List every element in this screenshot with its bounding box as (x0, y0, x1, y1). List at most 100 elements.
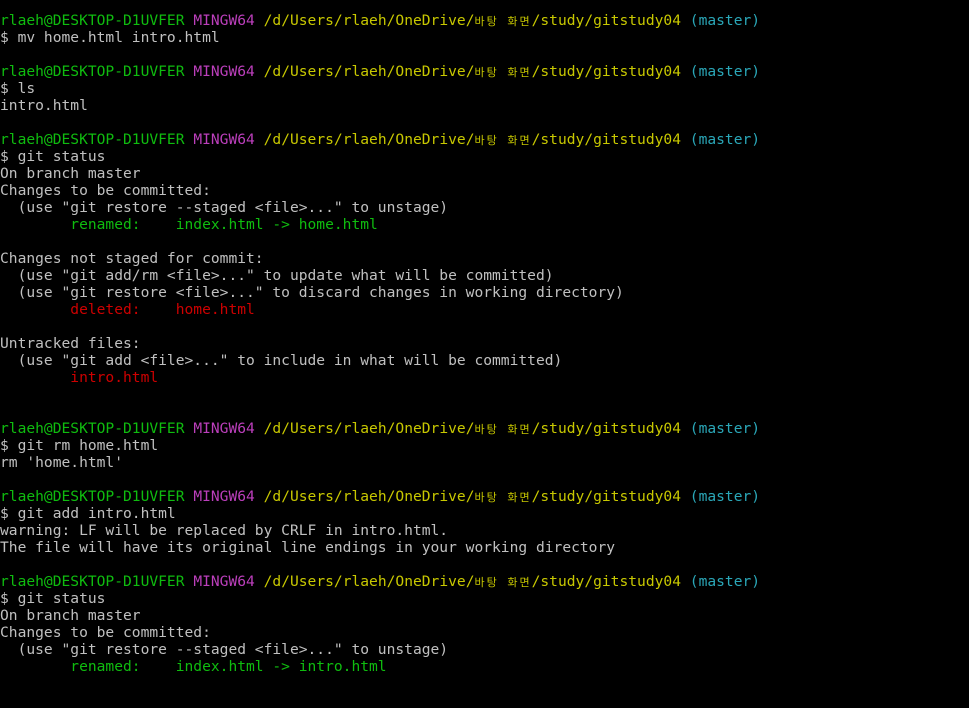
prompt-path-prefix: /d/Users/rlaeh/OneDrive/ (263, 573, 475, 590)
prompt-line: rlaeh@DESKTOP-D1UVFER MINGW64 /d/Users/r… (0, 488, 969, 505)
output-line: Untracked files: (0, 335, 969, 352)
output-line: Changes not staged for commit: (0, 250, 969, 267)
line-text: (use "git restore --staged <file>..." to… (0, 199, 449, 216)
line-text: On branch master (0, 165, 141, 182)
output-line: intro.html (0, 97, 969, 114)
staged-file-line: renamed: index.html -> home.html (0, 216, 969, 233)
prompt-branch: (master) (689, 131, 761, 148)
prompt-path-korean: 바탕 화면 (474, 576, 532, 589)
line-text: (use "git add/rm <file>..." to update wh… (0, 267, 554, 284)
prompt-path-suffix: /study/gitstudy04 (531, 488, 681, 505)
prompt-shell: MINGW64 (193, 63, 255, 80)
output-line: On branch master (0, 165, 969, 182)
prompt-branch: (master) (689, 573, 761, 590)
line-text: (use "git restore <file>..." to discard … (0, 284, 624, 301)
output-line: (use "git restore --staged <file>..." to… (0, 199, 969, 216)
prompt-shell: MINGW64 (193, 131, 255, 148)
prompt-path-prefix: /d/Users/rlaeh/OneDrive/ (263, 12, 475, 29)
line-text: Untracked files: (0, 335, 141, 352)
prompt-path-prefix: /d/Users/rlaeh/OneDrive/ (263, 131, 475, 148)
line-text: $ git status (0, 590, 106, 607)
command-line: $ git status (0, 148, 969, 165)
prompt-path-prefix: /d/Users/rlaeh/OneDrive/ (263, 420, 475, 437)
prompt-path-prefix: /d/Users/rlaeh/OneDrive/ (263, 63, 475, 80)
line-text: $ git rm home.html (0, 437, 159, 454)
line-text: $ git status (0, 148, 106, 165)
prompt-path-korean: 바탕 화면 (474, 66, 532, 79)
prompt-path-prefix: /d/Users/rlaeh/OneDrive/ (263, 488, 475, 505)
prompt-user-host: rlaeh@DESKTOP-D1UVFER (0, 488, 185, 505)
prompt-shell: MINGW64 (193, 12, 255, 29)
output-line: rm 'home.html' (0, 454, 969, 471)
prompt-user-host: rlaeh@DESKTOP-D1UVFER (0, 573, 185, 590)
line-text: intro.html (0, 97, 88, 114)
output-line: (use "git add <file>..." to include in w… (0, 352, 969, 369)
prompt-path-suffix: /study/gitstudy04 (531, 420, 681, 437)
prompt-path-korean: 바탕 화면 (474, 423, 532, 436)
command-line: $ git add intro.html (0, 505, 969, 522)
prompt-branch: (master) (689, 63, 761, 80)
staged-file-line: renamed: index.html -> intro.html (0, 658, 969, 675)
prompt-shell: MINGW64 (193, 420, 255, 437)
prompt-path-suffix: /study/gitstudy04 (531, 12, 681, 29)
prompt-path-suffix: /study/gitstudy04 (531, 131, 681, 148)
line-text: Changes to be committed: (0, 182, 211, 199)
line-text: Changes not staged for commit: (0, 250, 264, 267)
prompt-line: rlaeh@DESKTOP-D1UVFER MINGW64 /d/Users/r… (0, 131, 969, 148)
prompt-branch: (master) (689, 420, 761, 437)
prompt-line: rlaeh@DESKTOP-D1UVFER MINGW64 /d/Users/r… (0, 573, 969, 590)
line-text: On branch master (0, 607, 141, 624)
output-line: (use "git restore <file>..." to discard … (0, 284, 969, 301)
output-line: Changes to be committed: (0, 182, 969, 199)
prompt-path-korean: 바탕 화면 (474, 134, 532, 147)
output-line: (use "git add/rm <file>..." to update wh… (0, 267, 969, 284)
unstaged-file-line: deleted: home.html (0, 301, 969, 318)
line-text: $ ls (0, 80, 36, 97)
prompt-user-host: rlaeh@DESKTOP-D1UVFER (0, 131, 185, 148)
line-text: intro.html (0, 369, 159, 386)
prompt-shell: MINGW64 (193, 488, 255, 505)
output-line: On branch master (0, 607, 969, 624)
line-text: rm 'home.html' (0, 454, 124, 471)
prompt-user-host: rlaeh@DESKTOP-D1UVFER (0, 12, 185, 29)
prompt-path-korean: 바탕 화면 (474, 15, 532, 28)
prompt-user-host: rlaeh@DESKTOP-D1UVFER (0, 420, 185, 437)
output-line: The file will have its original line end… (0, 539, 969, 556)
output-line: (use "git restore --staged <file>..." to… (0, 641, 969, 658)
prompt-shell: MINGW64 (193, 573, 255, 590)
command-line: $ git rm home.html (0, 437, 969, 454)
command-line: $ ls (0, 80, 969, 97)
output-line: warning: LF will be replaced by CRLF in … (0, 522, 969, 539)
prompt-path-korean: 바탕 화면 (474, 491, 532, 504)
terminal-window[interactable]: rlaeh@DESKTOP-D1UVFER MINGW64 /d/Users/r… (0, 0, 969, 708)
line-text: Changes to be committed: (0, 624, 211, 641)
unstaged-file-line: intro.html (0, 369, 969, 386)
prompt-line: rlaeh@DESKTOP-D1UVFER MINGW64 /d/Users/r… (0, 12, 969, 29)
line-text: $ git add intro.html (0, 505, 176, 522)
prompt-path-suffix: /study/gitstudy04 (531, 63, 681, 80)
line-text: warning: LF will be replaced by CRLF in … (0, 522, 449, 539)
line-text: The file will have its original line end… (0, 539, 616, 556)
command-line: $ mv home.html intro.html (0, 29, 969, 46)
prompt-line: rlaeh@DESKTOP-D1UVFER MINGW64 /d/Users/r… (0, 420, 969, 437)
prompt-branch: (master) (689, 488, 761, 505)
command-line: $ git status (0, 590, 969, 607)
line-text: renamed: index.html -> intro.html (0, 658, 387, 675)
output-line: Changes to be committed: (0, 624, 969, 641)
prompt-line: rlaeh@DESKTOP-D1UVFER MINGW64 /d/Users/r… (0, 63, 969, 80)
line-text: (use "git restore --staged <file>..." to… (0, 641, 449, 658)
prompt-user-host: rlaeh@DESKTOP-D1UVFER (0, 63, 185, 80)
line-text: $ mv home.html intro.html (0, 29, 220, 46)
prompt-path-suffix: /study/gitstudy04 (531, 573, 681, 590)
prompt-branch: (master) (689, 12, 761, 29)
line-text: renamed: index.html -> home.html (0, 216, 378, 233)
line-text: deleted: home.html (0, 301, 255, 318)
